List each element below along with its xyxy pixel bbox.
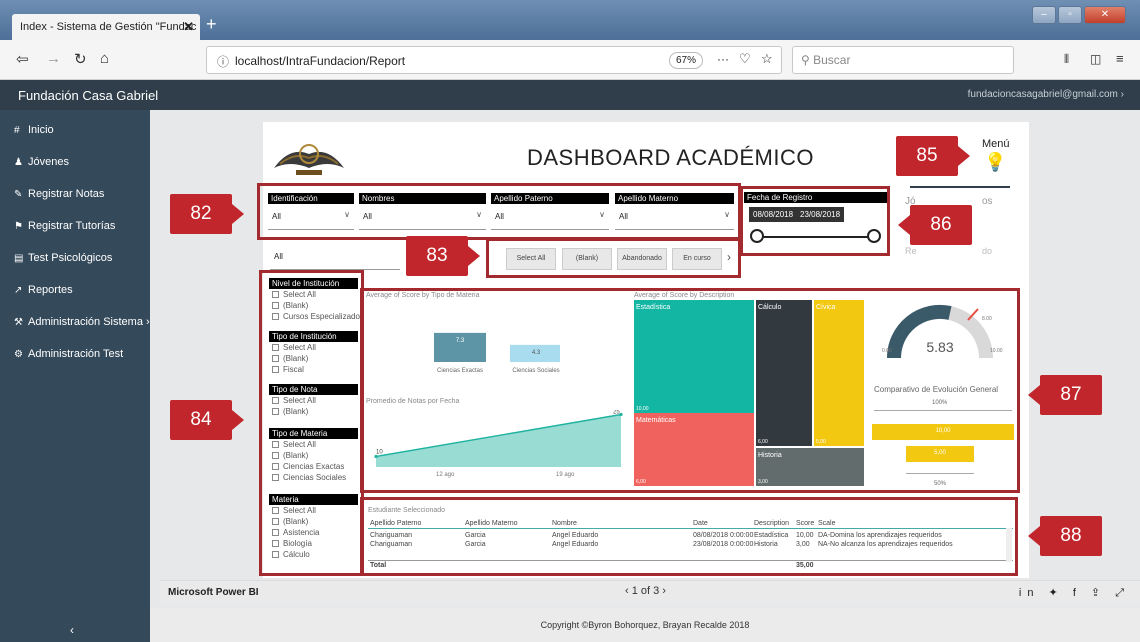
sidebar-item-test-psicologicos[interactable]: ▤ Test Psicológicos	[14, 252, 112, 264]
callout-arrow-84	[232, 410, 244, 430]
slicer-value[interactable]: All	[270, 244, 400, 270]
sidebar-item-inicio[interactable]: # Inicio	[14, 124, 54, 136]
partial-label: os	[982, 196, 993, 207]
highlight-box-83	[486, 238, 741, 278]
wrench-icon: ⚒	[14, 317, 23, 328]
callout-85: 85	[896, 136, 958, 176]
tab-title: Index - Sistema de Gestión "Fundac	[20, 21, 197, 33]
lightbulb-icon[interactable]: 💡	[984, 152, 1006, 173]
sidebar-item-reportes[interactable]: ↗ Reportes	[14, 284, 73, 296]
search-placeholder: Buscar	[813, 53, 851, 67]
sidebar-item-jovenes[interactable]: ♟ Jóvenes	[14, 156, 69, 168]
callout-arrow-85	[958, 146, 970, 166]
menu-label[interactable]: Menú	[982, 138, 1010, 150]
url-bar[interactable]: ⓘ localhost/IntraFundacion/Report 67% ··…	[206, 46, 782, 74]
highlight-box-88	[360, 497, 1018, 576]
app-header: Fundación Casa Gabriel fundacioncasagabr…	[0, 80, 1140, 110]
tab-close-icon[interactable]: ✕	[183, 19, 194, 35]
sidebar-item-registrar-tutorias[interactable]: ⚑ Registrar Tutorías	[14, 220, 115, 232]
chart-icon: ↗	[14, 285, 23, 296]
url-text[interactable]: localhost/IntraFundacion/Report	[235, 54, 405, 68]
foundation-logo	[274, 144, 344, 175]
sidebar-item-label: Registrar Notas	[28, 188, 105, 200]
close-window-button[interactable]: ✕	[1084, 6, 1126, 24]
powerbi-footer: Microsoft Power BI ‹ 1 of 3 › in ✦ f ⇪ ⤢	[160, 580, 1140, 604]
menu-underline	[910, 186, 1010, 188]
home-icon[interactable]: ⌂	[100, 50, 109, 67]
sidebar-item-label: Registrar Tutorías	[28, 220, 116, 232]
forward-icon[interactable]: →	[46, 50, 61, 67]
callout-82: 82	[170, 194, 232, 234]
sidebar-item-admin-sistema[interactable]: ⚒ Administración Sistema ›	[14, 316, 150, 328]
sidebar-item-label: Administración Test	[28, 348, 124, 360]
user-email[interactable]: fundacioncasagabriel@gmail.com ›	[968, 89, 1124, 100]
callout-arrow-88	[1028, 526, 1040, 546]
sidebar-item-admin-test[interactable]: ⚙ Administración Test	[14, 348, 123, 360]
callout-86: 86	[910, 205, 972, 245]
callout-83: 83	[406, 236, 468, 276]
browser-titlebar: Index - Sistema de Gestión "Fundac ✕ + –…	[0, 0, 1140, 40]
pocket-icon[interactable]: ♡	[739, 51, 751, 67]
dashboard-title: DASHBOARD ACADÉMICO	[527, 145, 814, 170]
callout-arrow-83	[468, 246, 480, 266]
callout-87: 87	[1040, 375, 1102, 415]
copyright: Copyright ©Byron Bohorquez, Brayan Recal…	[540, 620, 750, 630]
back-icon[interactable]: ⇦	[16, 50, 29, 68]
partial-label: do	[982, 246, 993, 256]
page-footer: Copyright ©Byron Bohorquez, Brayan Recal…	[150, 608, 1140, 642]
reload-icon[interactable]: ↻	[74, 50, 87, 68]
callout-84: 84	[170, 400, 232, 440]
site-info-icon[interactable]: ⓘ	[217, 53, 229, 70]
highlight-box-84	[259, 270, 364, 576]
search-input[interactable]: ⚲ Buscar	[792, 46, 1014, 74]
browser-navbar: ⇦ → ↻ ⌂ ⓘ localhost/IntraFundacion/Repor…	[0, 40, 1140, 80]
new-tab-button[interactable]: +	[206, 14, 217, 35]
sidebar-item-label: Administración Sistema ›	[28, 316, 150, 328]
sidebar-toggle-icon[interactable]: ◫	[1090, 52, 1101, 66]
highlight-box-82	[257, 183, 741, 240]
hamburger-menu-icon[interactable]: ≡	[1116, 51, 1124, 66]
sidebar-item-label: Jóvenes	[28, 156, 69, 168]
highlight-box-86	[740, 186, 890, 256]
callout-arrow-86	[898, 215, 910, 235]
minimize-button[interactable]: –	[1032, 6, 1056, 24]
app-brand[interactable]: Fundación Casa Gabriel	[18, 88, 158, 103]
window-controls: – ▫ ✕	[1032, 6, 1126, 24]
powerbi-brand[interactable]: Microsoft Power BI	[168, 587, 259, 598]
list-icon: ▤	[14, 253, 24, 264]
maximize-button[interactable]: ▫	[1058, 6, 1082, 24]
gears-icon: ⚙	[14, 349, 23, 360]
sidebar-item-label: Reportes	[28, 284, 73, 296]
browser-tab[interactable]: Index - Sistema de Gestión "Fundac ✕	[12, 14, 200, 40]
callout-88: 88	[1040, 516, 1102, 556]
home-icon: #	[14, 125, 20, 136]
share-icons[interactable]: in ✦ f ⇪ ⤢	[1019, 586, 1130, 600]
search-icon: ⚲	[801, 53, 814, 67]
partial-label: Re	[905, 246, 917, 256]
sidebar-item-label: Test Psicológicos	[28, 252, 113, 264]
sidebar-item-registrar-notas[interactable]: ✎ Registrar Notas	[14, 188, 104, 200]
graduation-icon: ⚑	[14, 221, 23, 232]
page-actions-icon[interactable]: ···	[717, 52, 729, 66]
page-navigator[interactable]: ‹ 1 of 3 ›	[625, 585, 666, 597]
sidebar-collapse-button[interactable]: ‹	[70, 623, 74, 637]
edit-icon: ✎	[14, 189, 23, 200]
bookmark-star-icon[interactable]: ☆	[761, 51, 773, 67]
callout-arrow-82	[232, 204, 244, 224]
library-icon[interactable]: ⫴	[1064, 52, 1069, 67]
sidebar: # Inicio ♟ Jóvenes ✎ Registrar Notas ⚑ Regis…	[0, 110, 150, 642]
sidebar-item-label: Inicio	[28, 124, 54, 136]
highlight-box-87	[360, 288, 1020, 493]
user-icon: ♟	[14, 157, 23, 168]
zoom-level[interactable]: 67%	[669, 52, 704, 69]
callout-arrow-87	[1028, 385, 1040, 405]
